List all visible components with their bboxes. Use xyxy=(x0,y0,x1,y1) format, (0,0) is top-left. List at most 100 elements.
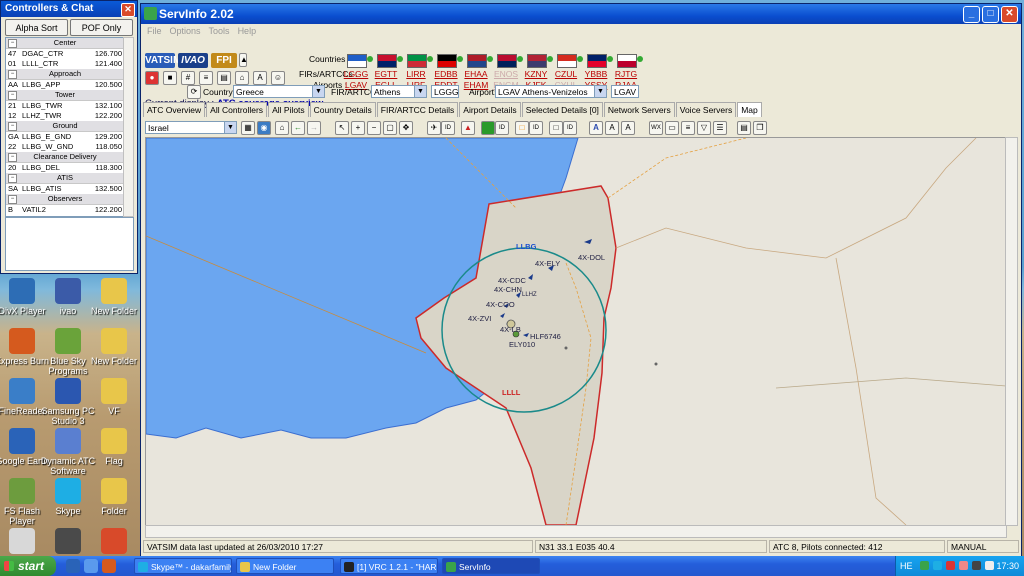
country-flag-icon[interactable] xyxy=(587,54,607,68)
desktop-icon[interactable]: New Folder xyxy=(86,278,142,316)
zoom-in-icon[interactable]: + xyxy=(351,121,365,135)
servinfo-title-bar[interactable]: ServInfo 2.02 _ □ ✕ xyxy=(141,4,1021,24)
airport-select[interactable]: LGAV Athens-Venizelos ▼ xyxy=(495,85,607,98)
font-smaller-icon[interactable]: A xyxy=(621,121,635,135)
fir-link[interactable]: KZNY xyxy=(523,69,549,79)
list-icon[interactable]: ≡ xyxy=(199,71,213,85)
refresh-icon[interactable]: ⟳ xyxy=(187,85,201,99)
save-icon[interactable]: ■ xyxy=(163,71,177,85)
tray-icon[interactable] xyxy=(972,561,981,570)
font-larger-icon[interactable]: A xyxy=(605,121,619,135)
pointer-icon[interactable]: ↖ xyxy=(335,121,349,135)
controller-group-header[interactable]: − ATIS xyxy=(6,173,124,184)
tab-all-controllers[interactable]: All Controllers xyxy=(206,102,268,117)
tab-selected-details-0[interactable]: Selected Details [0] xyxy=(521,102,603,117)
tab-voice-servers[interactable]: Voice Servers xyxy=(675,102,737,117)
flight-path-icon[interactable]: ▲ xyxy=(461,121,475,135)
tray-icon[interactable] xyxy=(946,561,955,570)
chevron-down-icon[interactable]: ▼ xyxy=(312,86,324,97)
fir-link[interactable]: LGGG xyxy=(343,69,369,79)
controller-row[interactable]: AA LLBG_APP 120.500 xyxy=(6,80,124,90)
map-view[interactable]: LLBG LLLL 4X-DOL 4X-ELY 4X-CDC 4X-CHN 4X… xyxy=(145,137,1007,526)
controller-row[interactable]: GA LLBG_E_GND 129.200 xyxy=(6,132,124,142)
map-horizontal-scrollbar[interactable] xyxy=(145,525,1007,538)
controller-group-header[interactable]: − Ground xyxy=(6,121,124,132)
menu-item-help[interactable]: Help xyxy=(238,24,257,38)
country-flag-icon[interactable] xyxy=(437,54,457,68)
country-flag-icon[interactable] xyxy=(347,54,367,68)
country-flag-icon[interactable] xyxy=(617,54,637,68)
airport-code-field[interactable]: LGAV xyxy=(611,85,639,98)
add-icon[interactable] xyxy=(487,56,493,62)
fir-link[interactable]: ENOS xyxy=(493,69,519,79)
globe-icon[interactable]: ◉ xyxy=(257,121,271,135)
country-flag-icon[interactable] xyxy=(407,54,427,68)
controller-group-header[interactable]: − Clearance Delivery xyxy=(6,152,124,163)
tab-atc-overview[interactable]: ATC Overview xyxy=(143,102,206,117)
forward-arrow-icon[interactable]: → xyxy=(307,121,321,135)
fir-code-field[interactable]: LGGG xyxy=(431,85,459,98)
controller-row[interactable]: 47 DGAC_CTR 126.700 xyxy=(6,49,124,59)
chevron-down-icon[interactable]: ▼ xyxy=(594,86,606,97)
start-button[interactable]: start xyxy=(0,556,56,576)
country-flag-icon[interactable] xyxy=(527,54,547,68)
sector-box-icon[interactable]: □ xyxy=(515,121,529,135)
taskbar-button[interactable]: New Folder xyxy=(236,558,334,574)
pilot-id-icon[interactable]: ID xyxy=(441,121,455,135)
fir-link[interactable]: YBBB xyxy=(583,69,609,79)
vatsim-logo[interactable]: VATSIM xyxy=(145,53,181,68)
pof-only-button[interactable]: POF Only xyxy=(70,19,133,36)
fir-link[interactable]: CZUL xyxy=(553,69,579,79)
ie-icon[interactable] xyxy=(66,559,80,573)
tab-airport-details[interactable]: Airport Details xyxy=(459,102,521,117)
add-icon[interactable] xyxy=(547,56,553,62)
map-canvas[interactable] xyxy=(146,138,1006,525)
back-arrow-icon[interactable]: ← xyxy=(291,121,305,135)
chevron-down-icon[interactable]: ▼ xyxy=(224,122,236,133)
controller-group-header[interactable]: − Tower xyxy=(6,90,124,101)
controller-row[interactable]: 12 LLHZ_TWR 122.200 xyxy=(6,111,124,121)
desktop-show-icon[interactable] xyxy=(84,559,98,573)
chat-icon[interactable]: ▤ xyxy=(217,71,231,85)
airport-box-icon[interactable]: □ xyxy=(549,121,563,135)
desktop-icon[interactable]: VF xyxy=(86,378,142,416)
fpi-logo[interactable]: FPI xyxy=(211,53,237,68)
add-icon[interactable] xyxy=(637,56,643,62)
collapse-icon[interactable]: − xyxy=(8,174,17,183)
close-icon[interactable]: ✕ xyxy=(121,3,135,17)
controllers-scrollbar[interactable] xyxy=(123,37,134,217)
fir-link[interactable]: RJTG xyxy=(613,69,639,79)
desktop-icon[interactable]: Flag xyxy=(86,428,142,466)
controller-row[interactable]: B VATIL2 122.200 xyxy=(6,205,124,215)
atc-fill-icon[interactable] xyxy=(481,121,495,135)
add-icon[interactable] xyxy=(457,56,463,62)
tray-icon[interactable] xyxy=(985,561,994,570)
country-flag-icon[interactable] xyxy=(557,54,577,68)
ivao-logo[interactable]: IVAO xyxy=(178,53,208,68)
collapse-icon[interactable]: − xyxy=(8,91,17,100)
add-icon[interactable] xyxy=(367,56,373,62)
map-vertical-scrollbar[interactable] xyxy=(1005,137,1018,526)
add-icon[interactable] xyxy=(397,56,403,62)
tab-country-details[interactable]: Country Details xyxy=(309,102,376,117)
map-label-llll[interactable]: LLLL xyxy=(502,388,520,397)
controllers-list[interactable]: − Center 47 DGAC_CTR 126.700 01 LLLL_CTR 121.40… xyxy=(5,37,125,217)
sector-icon[interactable]: ⌂ xyxy=(235,71,249,85)
collapse-icon[interactable]: − xyxy=(8,122,17,131)
collapse-icon[interactable]: − xyxy=(8,153,17,162)
chevron-down-icon[interactable]: ▼ xyxy=(414,86,426,97)
map-icon[interactable]: ▦ xyxy=(241,121,255,135)
fir-select[interactable]: Athens ▼ xyxy=(371,85,427,98)
firefox-icon[interactable] xyxy=(102,559,116,573)
fir-link[interactable]: EGTT xyxy=(373,69,399,79)
map-country-select[interactable]: Israel ▼ xyxy=(145,121,237,134)
filter-icon[interactable]: ▽ xyxy=(697,121,711,135)
minimize-icon[interactable]: _ xyxy=(963,6,980,23)
country-flag-icon[interactable] xyxy=(497,54,517,68)
clipboard-icon[interactable]: ▤ xyxy=(737,121,751,135)
desktop-icon[interactable]: Folder xyxy=(86,478,142,516)
sector-id-icon[interactable]: ID xyxy=(529,121,543,135)
wx-icon[interactable]: WX xyxy=(649,121,663,135)
menu-item-options[interactable]: Options xyxy=(170,24,201,38)
controller-row[interactable]: 01 LLLL_CTR 121.400 xyxy=(6,59,124,69)
